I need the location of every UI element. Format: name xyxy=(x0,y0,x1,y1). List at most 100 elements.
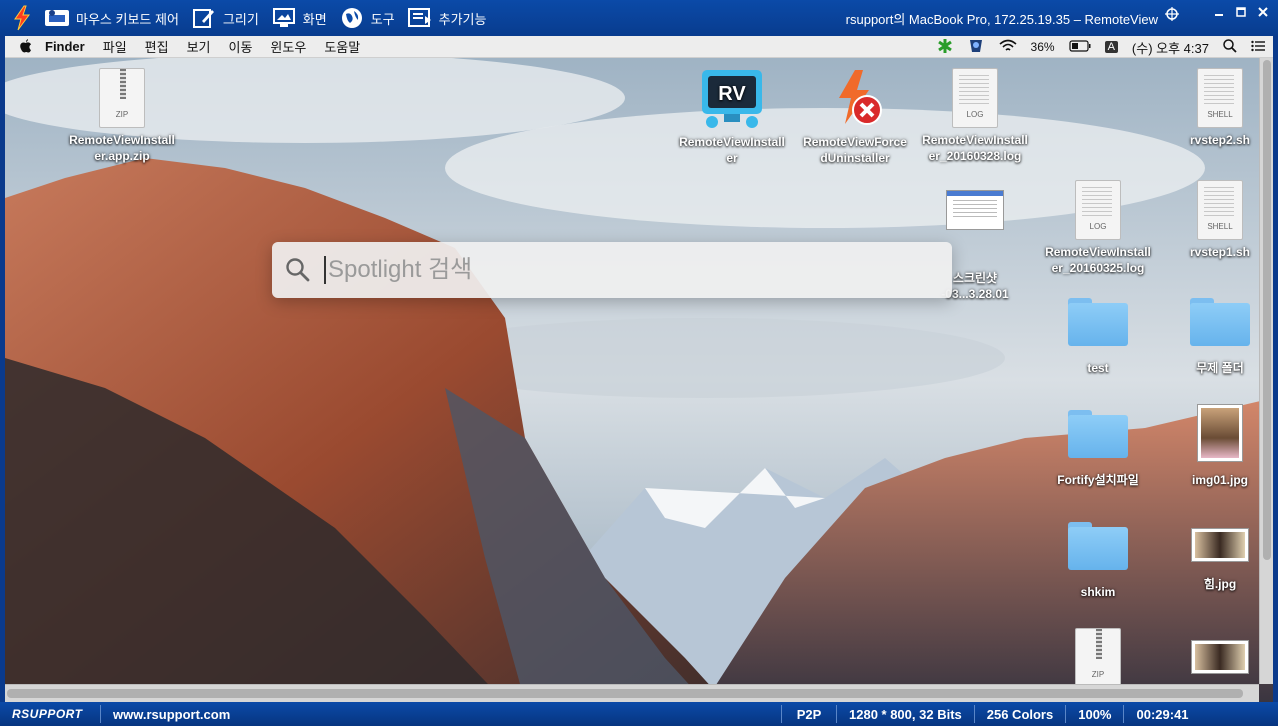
remoteview-agent-icon[interactable] xyxy=(967,38,985,57)
extra-functions-icon xyxy=(407,6,433,30)
horizontal-scroll-thumb[interactable] xyxy=(7,689,1243,698)
input-source-indicator[interactable]: A xyxy=(1104,41,1118,53)
tools-button[interactable]: 도구 xyxy=(339,6,395,30)
svg-text:RV: RV xyxy=(718,83,746,105)
shell-script-icon: SHELL xyxy=(1197,68,1243,128)
tools-label: 도구 xyxy=(370,11,395,27)
image-thumbnail-icon xyxy=(1191,640,1249,674)
desktop-icon-label: rvstep2.sh xyxy=(1189,133,1251,147)
close-icon[interactable] xyxy=(1256,6,1270,20)
desktop-file-him-jpg[interactable]: 힘.jpg xyxy=(1160,528,1273,592)
folder-icon xyxy=(1190,298,1250,346)
battery-icon[interactable] xyxy=(1068,39,1091,55)
mac-menubar: Finder 파일 편집 보기 이동 윈도우 도움말 36% A (수) 오후 … xyxy=(5,36,1273,58)
menu-file[interactable]: 파일 xyxy=(103,37,127,56)
desktop-folder-test[interactable]: test xyxy=(1038,298,1158,376)
desktop-icon-label: Fortify설치파일 xyxy=(1057,473,1139,487)
draw-icon xyxy=(191,6,217,30)
screen-button[interactable]: 화면 xyxy=(271,6,327,30)
log-file-icon: LOG xyxy=(1075,180,1121,240)
vertical-scrollbar[interactable] xyxy=(1259,58,1273,684)
desktop-folder-untitled[interactable]: 무제 폴더 xyxy=(1160,298,1273,376)
desktop-file-img01-jpg[interactable]: img01.jpg xyxy=(1160,404,1273,488)
desktop-file-remoteviewinstaller-zip[interactable]: ZIP RemoteViewInstall er.app.zip xyxy=(62,68,182,164)
menu-view[interactable]: 보기 xyxy=(187,37,211,56)
folder-icon xyxy=(1068,410,1128,458)
session-timer: 00:29:41 xyxy=(1136,706,1189,722)
desktop-icon-label: 무제 폴더 xyxy=(1196,361,1244,375)
rsupport-brand: RSUPPORT xyxy=(12,707,83,721)
screen-label: 화면 xyxy=(302,11,327,27)
log-file-icon: LOG xyxy=(952,68,998,128)
window-controls xyxy=(1164,6,1270,21)
folder-icon xyxy=(1068,522,1128,570)
menu-help[interactable]: 도움말 xyxy=(324,37,360,56)
asterisk-app-icon[interactable] xyxy=(937,38,953,57)
rsupport-url[interactable]: www.rsupport.com xyxy=(101,707,781,722)
desktop-icon-label: img01.jpg xyxy=(1191,473,1248,487)
remoteview-app-icon: RV xyxy=(700,68,764,130)
desktop-icon-label: rvstep1.sh xyxy=(1189,245,1251,259)
extra-functions-button[interactable]: 추가기능 xyxy=(407,6,486,30)
vertical-scroll-thumb[interactable] xyxy=(1263,60,1271,560)
image-thumbnail-icon xyxy=(1197,404,1243,462)
folder-icon xyxy=(1068,298,1128,346)
menu-window[interactable]: 윈도우 xyxy=(270,37,306,56)
wifi-icon[interactable] xyxy=(999,39,1017,56)
desktop-file-installer-log-0325[interactable]: LOG RemoteViewInstall er_20160325.log xyxy=(1038,180,1158,276)
desktop-app-remoteviewforceduninstaller[interactable]: RemoteViewForce dUninstaller xyxy=(795,68,915,166)
desktop-folder-fortify[interactable]: Fortify설치파일 xyxy=(1038,410,1158,488)
screenshot-thumbnail-icon xyxy=(946,190,1004,230)
pin-icon[interactable] xyxy=(1164,6,1179,21)
shell-script-icon: SHELL xyxy=(1197,180,1243,240)
desktop-file-rvstep1-sh[interactable]: SHELL rvstep1.sh xyxy=(1160,180,1273,260)
screen-resolution: 1280 * 800, 32 Bits xyxy=(849,706,962,722)
desktop-file-zip-partial[interactable]: ZIP xyxy=(1038,628,1158,692)
spotlight-search-bar[interactable] xyxy=(272,242,952,298)
tools-globe-icon xyxy=(339,6,365,30)
notification-center-icon[interactable] xyxy=(1251,40,1265,55)
remote-screen[interactable]: Finder 파일 편집 보기 이동 윈도우 도움말 36% A (수) 오후 … xyxy=(5,36,1273,702)
menu-edit[interactable]: 편집 xyxy=(145,37,169,56)
mouse-keyboard-control-label: 마우스 키보드 제어 xyxy=(76,11,179,27)
menu-go[interactable]: 이동 xyxy=(229,37,253,56)
remoteview-toolbar: 마우스 키보드 제어 그리기 화면 도구 추가기능 rsupport의 MacB… xyxy=(0,0,1278,36)
zip-file-icon: ZIP xyxy=(1075,628,1121,688)
screen-icon xyxy=(271,6,297,30)
desktop-app-remoteviewinstaller[interactable]: RV RemoteViewInstall er xyxy=(672,68,792,166)
desktop-folder-shkim[interactable]: shkim xyxy=(1038,522,1158,600)
mouse-keyboard-icon xyxy=(44,6,70,30)
desktop-icon-label: RemoteViewInstall er_20160325.log xyxy=(1045,245,1151,275)
desktop-icon-label: shkim xyxy=(1080,585,1116,599)
window-title: rsupport의 MacBook Pro, 172.25.19.35 – Re… xyxy=(845,12,1158,27)
desktop-icon-label: RemoteViewInstall er xyxy=(679,135,785,165)
desktop-icon-label: 힘.jpg xyxy=(1203,577,1237,591)
maximize-icon[interactable] xyxy=(1234,6,1248,20)
status-bar: RSUPPORT www.rsupport.com P2P 1280 * 800… xyxy=(0,702,1278,726)
image-thumbnail-icon xyxy=(1191,528,1249,562)
desktop-icon-label: RemoteViewForce dUninstaller xyxy=(803,135,907,165)
color-depth: 256 Colors xyxy=(986,706,1054,722)
spotlight-search-input[interactable] xyxy=(324,256,924,284)
minimize-icon[interactable] xyxy=(1212,6,1226,20)
desktop-file-installer-log-0328[interactable]: LOG RemoteViewInstall er_20160328.log xyxy=(915,68,1035,164)
spotlight-magnifier-icon xyxy=(272,242,324,298)
horizontal-scrollbar[interactable] xyxy=(5,684,1259,702)
menubar-status-area: 36% A (수) 오후 4:37 xyxy=(937,36,1265,58)
zoom-level: 100% xyxy=(1078,706,1112,722)
mouse-keyboard-control-button[interactable]: 마우스 키보드 제어 xyxy=(44,6,179,30)
desktop-file-image-partial[interactable] xyxy=(1160,640,1273,678)
draw-label: 그리기 xyxy=(222,11,259,27)
rsupport-logo-icon[interactable] xyxy=(0,0,44,36)
menubar-clock[interactable]: (수) 오후 4:37 xyxy=(1132,38,1209,57)
apple-menu-icon[interactable] xyxy=(5,38,45,56)
battery-percent: 36% xyxy=(1030,40,1055,54)
spotlight-search-icon[interactable] xyxy=(1223,38,1237,56)
menu-finder[interactable]: Finder xyxy=(45,39,85,54)
desktop-wallpaper[interactable] xyxy=(5,53,1273,702)
draw-button[interactable]: 그리기 xyxy=(191,6,259,30)
connection-mode: P2P xyxy=(796,706,822,722)
desktop-file-rvstep2-sh[interactable]: SHELL rvstep2.sh xyxy=(1160,68,1273,148)
desktop-icon-label: RemoteViewInstall er_20160328.log xyxy=(922,133,1028,163)
uninstaller-app-icon xyxy=(825,68,885,130)
